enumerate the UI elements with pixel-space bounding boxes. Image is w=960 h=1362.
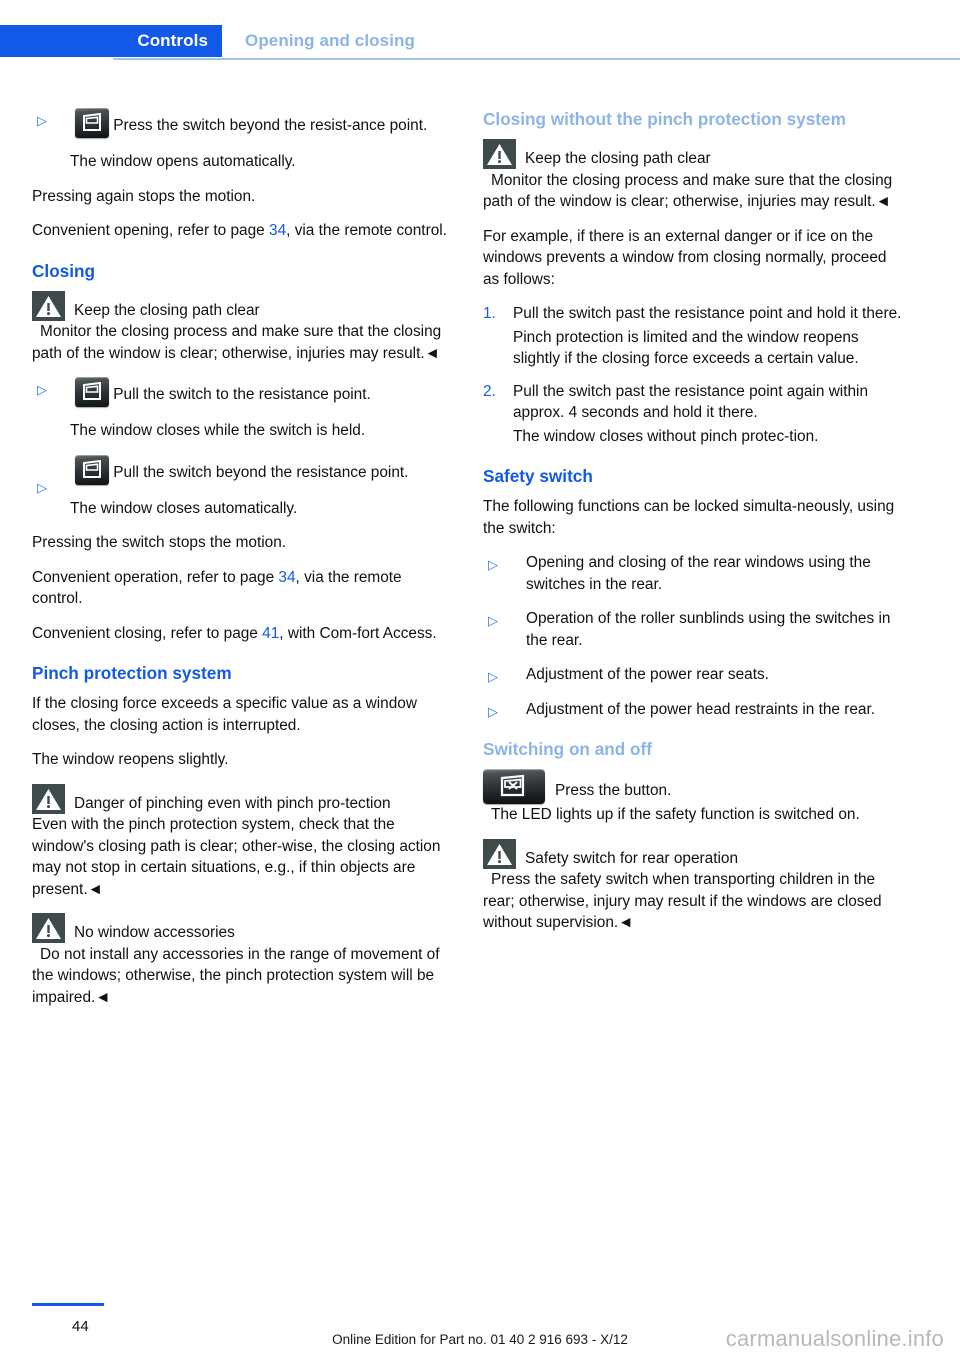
- warning-triangle-icon: [483, 838, 516, 869]
- step-number: 1.: [483, 305, 496, 322]
- list-item: ▷ Opening and closing of the rear window…: [483, 552, 903, 595]
- site-watermark: carmanualsonline.info: [725, 1326, 944, 1351]
- warning-triangle-icon: [32, 913, 65, 943]
- warning-keep-path-clear: Keep the closing path clear Monitor the …: [32, 290, 452, 365]
- pinch-force-note: If the closing force exceeds a specific …: [32, 695, 417, 734]
- bullet-text: Press the switch beyond the resist-ance …: [113, 117, 428, 134]
- window-opens-note: The window opens automatically.: [70, 153, 296, 170]
- step-number: 2.: [483, 382, 496, 400]
- convenient-closing-note: Convenient closing, refer to page 41, wi…: [32, 623, 452, 645]
- triangle-bullet-icon: ▷: [488, 669, 498, 684]
- warning-body: Even with the pinch protection system, c…: [32, 816, 441, 898]
- header-divider: [113, 58, 960, 60]
- warning-body: Press the safety switch when transportin…: [483, 871, 882, 931]
- warning-title-line: Keep the closing path clear: [483, 139, 903, 170]
- bullet-text: Pull the switch beyond the resistance po…: [113, 463, 409, 481]
- header-section-title: Opening and closing: [245, 31, 416, 50]
- footer-divider: [32, 1303, 104, 1306]
- triangle-bullet-icon: ▷: [37, 479, 47, 495]
- bullet-text: Adjustment of the power rear seats.: [526, 666, 769, 683]
- bullet-pull-to-resistance: ▷ Pull the switch to the resistance poin…: [32, 377, 452, 407]
- external-danger-note: For example, if there is an external dan…: [483, 227, 887, 288]
- page-header: Controls Opening and closing: [0, 25, 960, 61]
- warning-body: Monitor the closing process and make sur…: [32, 323, 442, 362]
- locked-functions-note: The following functions can be locked si…: [483, 498, 895, 537]
- convenient-opening-note: Convenient opening, refer to page 34, vi…: [32, 220, 452, 242]
- warning-title: Danger of pinching even with pinch pro-t…: [74, 794, 391, 812]
- heading-switching-on-and-off: Switching on and off: [483, 739, 652, 759]
- heading-closing: Closing: [32, 260, 96, 281]
- warning-title: Keep the closing path clear: [525, 150, 711, 167]
- left-column: ▷ Press the switch beyond the resist-anc…: [32, 108, 452, 1021]
- triangle-bullet-icon: ▷: [488, 557, 498, 572]
- window-closes-auto-note: The window closes automatically.: [70, 499, 298, 517]
- page-ref-41[interactable]: 41: [262, 625, 279, 642]
- triangle-bullet-icon: ▷: [488, 703, 498, 719]
- list-item: ▷ Adjustment of the power rear seats.: [483, 664, 903, 686]
- bullet-text: Pull the switch to the resistance point.: [113, 386, 371, 403]
- numbered-step-1: 1. Pull the switch past the resistance p…: [483, 303, 903, 325]
- led-note: The LED lights up if the safety function…: [491, 806, 860, 823]
- safety-switch-button-icon: [483, 769, 545, 804]
- pressing-switch-stops-note: Pressing the switch stops the motion.: [32, 534, 287, 551]
- bullet-press-switch-beyond: ▷ Press the switch beyond the resist-anc…: [32, 108, 452, 138]
- text-post: , via the remote control.: [286, 222, 447, 239]
- header-chapter-tab: Controls: [0, 25, 222, 57]
- heading-safety-switch: Safety switch: [483, 466, 593, 486]
- warning-triangle-icon: [32, 290, 65, 321]
- warning-title: Keep the closing path clear: [74, 301, 260, 319]
- list-item: ▷ Operation of the roller sunblinds usin…: [483, 608, 903, 651]
- convenient-operation-note: Convenient operation, refer to page 34, …: [32, 567, 452, 610]
- numbered-step-2: 2. Pull the switch past the resistance p…: [483, 381, 903, 424]
- step-2-note: The window closes without pinch protec-t…: [513, 427, 819, 445]
- triangle-bullet-icon: ▷: [37, 113, 47, 128]
- window-switch-icon: [75, 108, 109, 138]
- warning-title: Safety switch for rear operation: [525, 849, 739, 867]
- step-text: Pull the switch past the resistance poin…: [513, 382, 869, 422]
- warning-no-window-accessories: No window accessories Do not install any…: [32, 913, 452, 1008]
- heading-closing-without-pinch-protection: Closing without the pinch protection sys…: [483, 109, 846, 129]
- press-button-label: Press the button.: [555, 782, 672, 799]
- window-switch-icon: [75, 454, 109, 485]
- text-pre: Convenient closing, refer to page: [32, 624, 263, 642]
- bullet-text: Opening and closing of the rear windows …: [526, 554, 871, 593]
- heading-pinch-protection-system: Pinch protection system: [32, 663, 232, 683]
- warning-body: Do not install any accessories in the ra…: [32, 945, 440, 1006]
- text-post: , with Com-fort Access.: [279, 624, 437, 642]
- page-ref-34[interactable]: 34: [278, 569, 295, 586]
- text-pre: Convenient operation, refer to page: [32, 568, 279, 586]
- window-closes-held-note: The window closes while the switch is he…: [70, 422, 366, 439]
- window-reopens-note: The window reopens slightly.: [32, 751, 229, 768]
- right-column: Closing without the pinch protection sys…: [483, 108, 903, 947]
- press-button-line: Press the button.: [483, 769, 903, 804]
- warning-title-line: No window accessories: [32, 913, 452, 944]
- warning-triangle-icon: [483, 139, 516, 169]
- list-item: ▷ Adjustment of the power head restraint…: [483, 699, 903, 721]
- warning-title-line: Safety switch for rear operation: [483, 838, 903, 870]
- warning-safety-switch-rear: Safety switch for rear operation Press t…: [483, 838, 903, 934]
- bullet-pull-beyond-resistance: ▷ Pull the switch beyond the resistance …: [32, 454, 452, 495]
- bullet-text: Adjustment of the power head restraints …: [526, 700, 876, 718]
- step-text: Pull the switch past the resistance poin…: [513, 305, 902, 322]
- warning-keep-path-clear-right: Keep the closing path clear Monitor the …: [483, 139, 903, 213]
- warning-body: Monitor the closing process and make sur…: [483, 171, 893, 211]
- window-switch-icon: [75, 377, 109, 407]
- press-button-block: Press the button. The LED lights up if t…: [483, 769, 903, 826]
- page-ref-34[interactable]: 34: [269, 222, 286, 239]
- warning-title: No window accessories: [74, 924, 235, 941]
- triangle-bullet-icon: ▷: [488, 613, 498, 628]
- pressing-again-note: Pressing again stops the motion.: [32, 187, 256, 205]
- text-pre: Convenient opening, refer to page: [32, 222, 270, 239]
- warning-danger-of-pinching: Danger of pinching even with pinch pro-t…: [32, 783, 452, 901]
- triangle-bullet-icon: ▷: [37, 382, 47, 397]
- warning-title-line: Danger of pinching even with pinch pro-t…: [32, 783, 452, 815]
- bullet-text: Operation of the roller sunblinds using …: [526, 610, 891, 649]
- warning-title-line: Keep the closing path clear: [32, 290, 452, 322]
- step-1-note: Pinch protection is limited and the wind…: [513, 328, 859, 368]
- warning-triangle-icon: [32, 783, 65, 814]
